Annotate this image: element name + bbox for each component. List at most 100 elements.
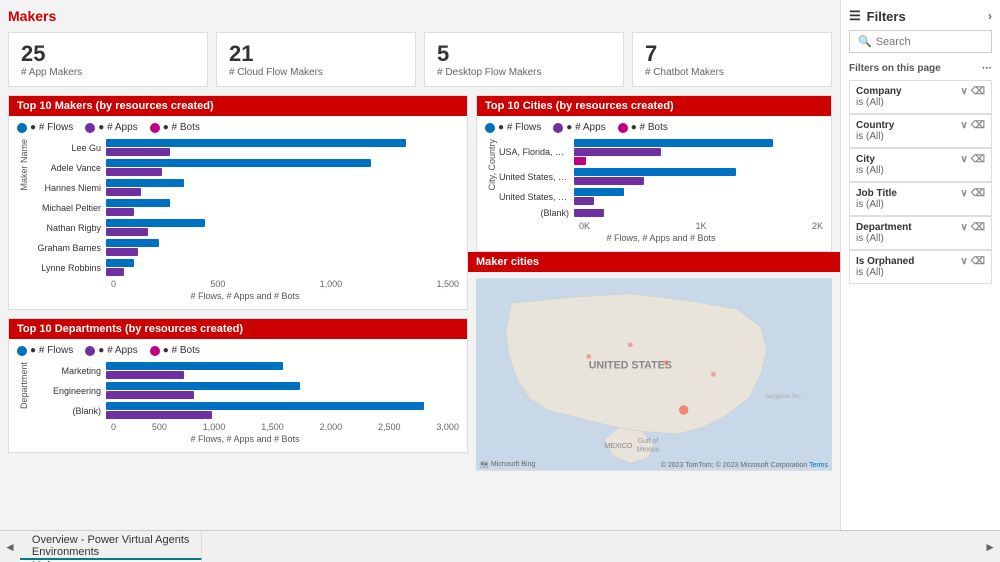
dept-row-marketing: Marketing [31, 362, 459, 379]
filter-name-5: Is Orphaned∨⌫ [856, 256, 985, 267]
filter-value-4: is (All) [856, 233, 985, 244]
depts-x-ticks: 0 500 1,000 1,500 2,000 2,500 3,000 [31, 422, 459, 432]
filter-item-country[interactable]: Country∨⌫is (All) [849, 114, 992, 148]
dept-legend-flows: ● # Flows [17, 345, 73, 356]
svg-text:MEXICO: MEXICO [604, 442, 633, 450]
filter-section-label: Filters on this page ··· [849, 63, 992, 74]
kpi-number-2: 5 [437, 41, 611, 67]
top10-makers-title: Top 10 Makers (by resources created) [9, 96, 467, 116]
kpi-number-3: 7 [645, 41, 819, 67]
filter-value-1: is (All) [856, 131, 985, 142]
top10-cities-chart: Top 10 Cities (by resources created) ● #… [476, 95, 832, 252]
map-svg: Gulf of Mexico UNITED STATES MEXICO Sarg… [476, 278, 832, 471]
filter-eraser-0[interactable]: ⌫ [971, 86, 985, 97]
filter-name-4: Department∨⌫ [856, 222, 985, 233]
svg-text:Sargasso Se...: Sargasso Se... [765, 394, 804, 400]
tab-environments[interactable]: Environments [20, 546, 203, 558]
map-terms-link[interactable]: Terms [809, 462, 828, 469]
kpi-card-3: 7# Chatbot Makers [632, 32, 832, 87]
filter-chevron-0[interactable]: ∨ [961, 86, 968, 97]
filter-eraser-5[interactable]: ⌫ [971, 256, 985, 267]
filter-name-3: Job Title∨⌫ [856, 188, 985, 199]
depts-legend: ● # Flows ● # Apps ● # Bots [17, 345, 459, 356]
filter-item-job-title[interactable]: Job Title∨⌫is (All) [849, 182, 992, 216]
charts-area: Top 10 Makers (by resources created) ● #… [8, 95, 832, 471]
maker-row-michaelpeltier: Michael Peltier [31, 199, 459, 216]
svg-text:Mexico: Mexico [637, 446, 660, 454]
filter-item-department[interactable]: Department∨⌫is (All) [849, 216, 992, 250]
maker-row-nathanrigby: Nathan Rigby [31, 219, 459, 236]
filter-chevron-4[interactable]: ∨ [961, 222, 968, 233]
filter-item-city[interactable]: City∨⌫is (All) [849, 148, 992, 182]
makers-x-ticks: 0 500 1,000 1,500 [31, 279, 459, 289]
bottom-tabs: ◄ IntroductionOverview - Power AppsOverv… [0, 530, 1000, 562]
kpi-number-0: 25 [21, 41, 195, 67]
makers-legend: ● # Flows ● # Apps ● # Bots [17, 122, 459, 133]
maker-row-hannesniemi: Hannes Niemi [31, 179, 459, 196]
cities-x-label: # Flows, # Apps and # Bots [499, 233, 823, 243]
kpi-number-1: 21 [229, 41, 403, 67]
filter-name-1: Country∨⌫ [856, 120, 985, 131]
tab-makers[interactable]: Makers [20, 558, 203, 562]
kpi-label-0: # App Makers [21, 67, 195, 78]
city-legend-flows: ● # Flows [485, 122, 541, 133]
kpi-card-0: 25# App Makers [8, 32, 208, 87]
city-row-ne: United States, Ne... [499, 188, 823, 205]
depts-y-axis-label: Department [17, 362, 31, 409]
filter-value-2: is (All) [856, 165, 985, 176]
filter-expand-icon[interactable]: › [988, 9, 992, 23]
filter-chevron-5[interactable]: ∨ [961, 256, 968, 267]
makers-x-label: # Flows, # Apps and # Bots [31, 291, 459, 301]
cities-x-ticks: 0K 1K 2K [499, 221, 823, 231]
filter-section-more[interactable]: ··· [982, 63, 992, 74]
city-row-utah: United States, Uta... [499, 168, 823, 185]
tab-overview-power-virtual-agents[interactable]: Overview - Power Virtual Agents [20, 534, 203, 546]
search-icon: 🔍 [858, 35, 872, 48]
filter-icon: ☰ [849, 8, 861, 24]
filter-chevron-2[interactable]: ∨ [961, 154, 968, 165]
filter-name-0: Company∨⌫ [856, 86, 985, 97]
filter-search-box[interactable]: 🔍 [849, 30, 992, 53]
filter-eraser-3[interactable]: ⌫ [971, 188, 985, 199]
filter-value-5: is (All) [856, 267, 985, 278]
filter-title: Filters [867, 9, 906, 24]
cities-y-axis-label: City, Country [485, 139, 499, 190]
kpi-card-1: 21# Cloud Flow Makers [216, 32, 416, 87]
depts-x-label: # Flows, # Apps and # Bots [31, 434, 459, 444]
city-legend-bots: ● # Bots [618, 122, 668, 133]
top10-depts-chart: Top 10 Departments (by resources created… [8, 318, 468, 453]
search-input[interactable] [876, 36, 983, 48]
dept-row-blank: (Blank) [31, 402, 459, 419]
top10-depts-title: Top 10 Departments (by resources created… [9, 319, 467, 339]
makers-y-axis-label: Maker Name [17, 139, 31, 191]
right-charts: Top 10 Cities (by resources created) ● #… [476, 95, 832, 471]
dept-row-engineering: Engineering [31, 382, 459, 399]
legend-flows: ● # Flows [17, 122, 73, 133]
filter-chevron-3[interactable]: ∨ [961, 188, 968, 199]
city-legend-apps: ● # Apps [553, 122, 605, 133]
maker-row-adelevance: Adele Vance [31, 159, 459, 176]
legend-bots: ● # Bots [150, 122, 200, 133]
dept-legend-apps: ● # Apps [85, 345, 137, 356]
tab-next-btn[interactable]: ► [980, 531, 1000, 562]
dept-legend-bots: ● # Bots [150, 345, 200, 356]
top10-makers-chart: Top 10 Makers (by resources created) ● #… [8, 95, 468, 310]
tabs-container: IntroductionOverview - Power AppsOvervie… [20, 530, 203, 562]
filter-item-company[interactable]: Company∨⌫is (All) [849, 80, 992, 114]
page-title: Makers [8, 8, 832, 24]
cities-legend: ● # Flows ● # Apps ● # Bots [485, 122, 823, 133]
tab-prev-btn[interactable]: ◄ [0, 531, 20, 562]
filter-item-is-orphaned[interactable]: Is Orphaned∨⌫is (All) [849, 250, 992, 284]
filter-eraser-4[interactable]: ⌫ [971, 222, 985, 233]
maker-row-grahambarnes: Graham Barnes [31, 239, 459, 256]
filter-eraser-2[interactable]: ⌫ [971, 154, 985, 165]
filter-value-0: is (All) [856, 97, 985, 108]
kpi-label-3: # Chatbot Makers [645, 67, 819, 78]
maker-cities-title: Maker cities [468, 252, 840, 272]
map-footer-copyright: © 2023 TomTom; © 2023 Microsoft Corporat… [661, 462, 828, 469]
filter-panel: ☰ Filters › 🔍 Filters on this page ··· C… [840, 0, 1000, 530]
filter-items-container: Company∨⌫is (All)Country∨⌫is (All)City∨⌫… [849, 80, 992, 284]
filter-chevron-1[interactable]: ∨ [961, 120, 968, 131]
filter-eraser-1[interactable]: ⌫ [971, 120, 985, 131]
city-row-miami: USA, Florida, Miami [499, 139, 823, 165]
